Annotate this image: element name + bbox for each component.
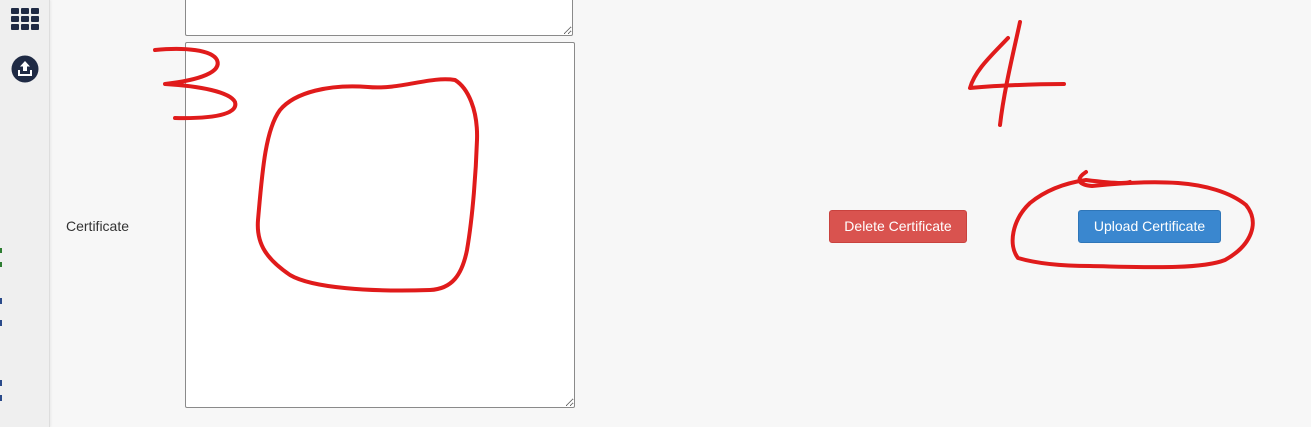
certificate-label: Certificate xyxy=(66,218,130,234)
certificate-textarea[interactable] xyxy=(185,42,575,408)
delete-certificate-button[interactable]: Delete Certificate xyxy=(829,210,967,243)
upload-certificate-button[interactable]: Upload Certificate xyxy=(1078,210,1221,243)
sidebar xyxy=(0,0,50,427)
upload-icon[interactable] xyxy=(11,55,39,83)
previous-textarea[interactable] xyxy=(185,0,573,36)
sidebar-edge-marks xyxy=(0,248,2,401)
page: Certificate Delete Certificate Upload Ce… xyxy=(0,0,1311,427)
apps-grid-icon[interactable] xyxy=(11,8,39,30)
main-content: Certificate Delete Certificate Upload Ce… xyxy=(50,0,1311,427)
